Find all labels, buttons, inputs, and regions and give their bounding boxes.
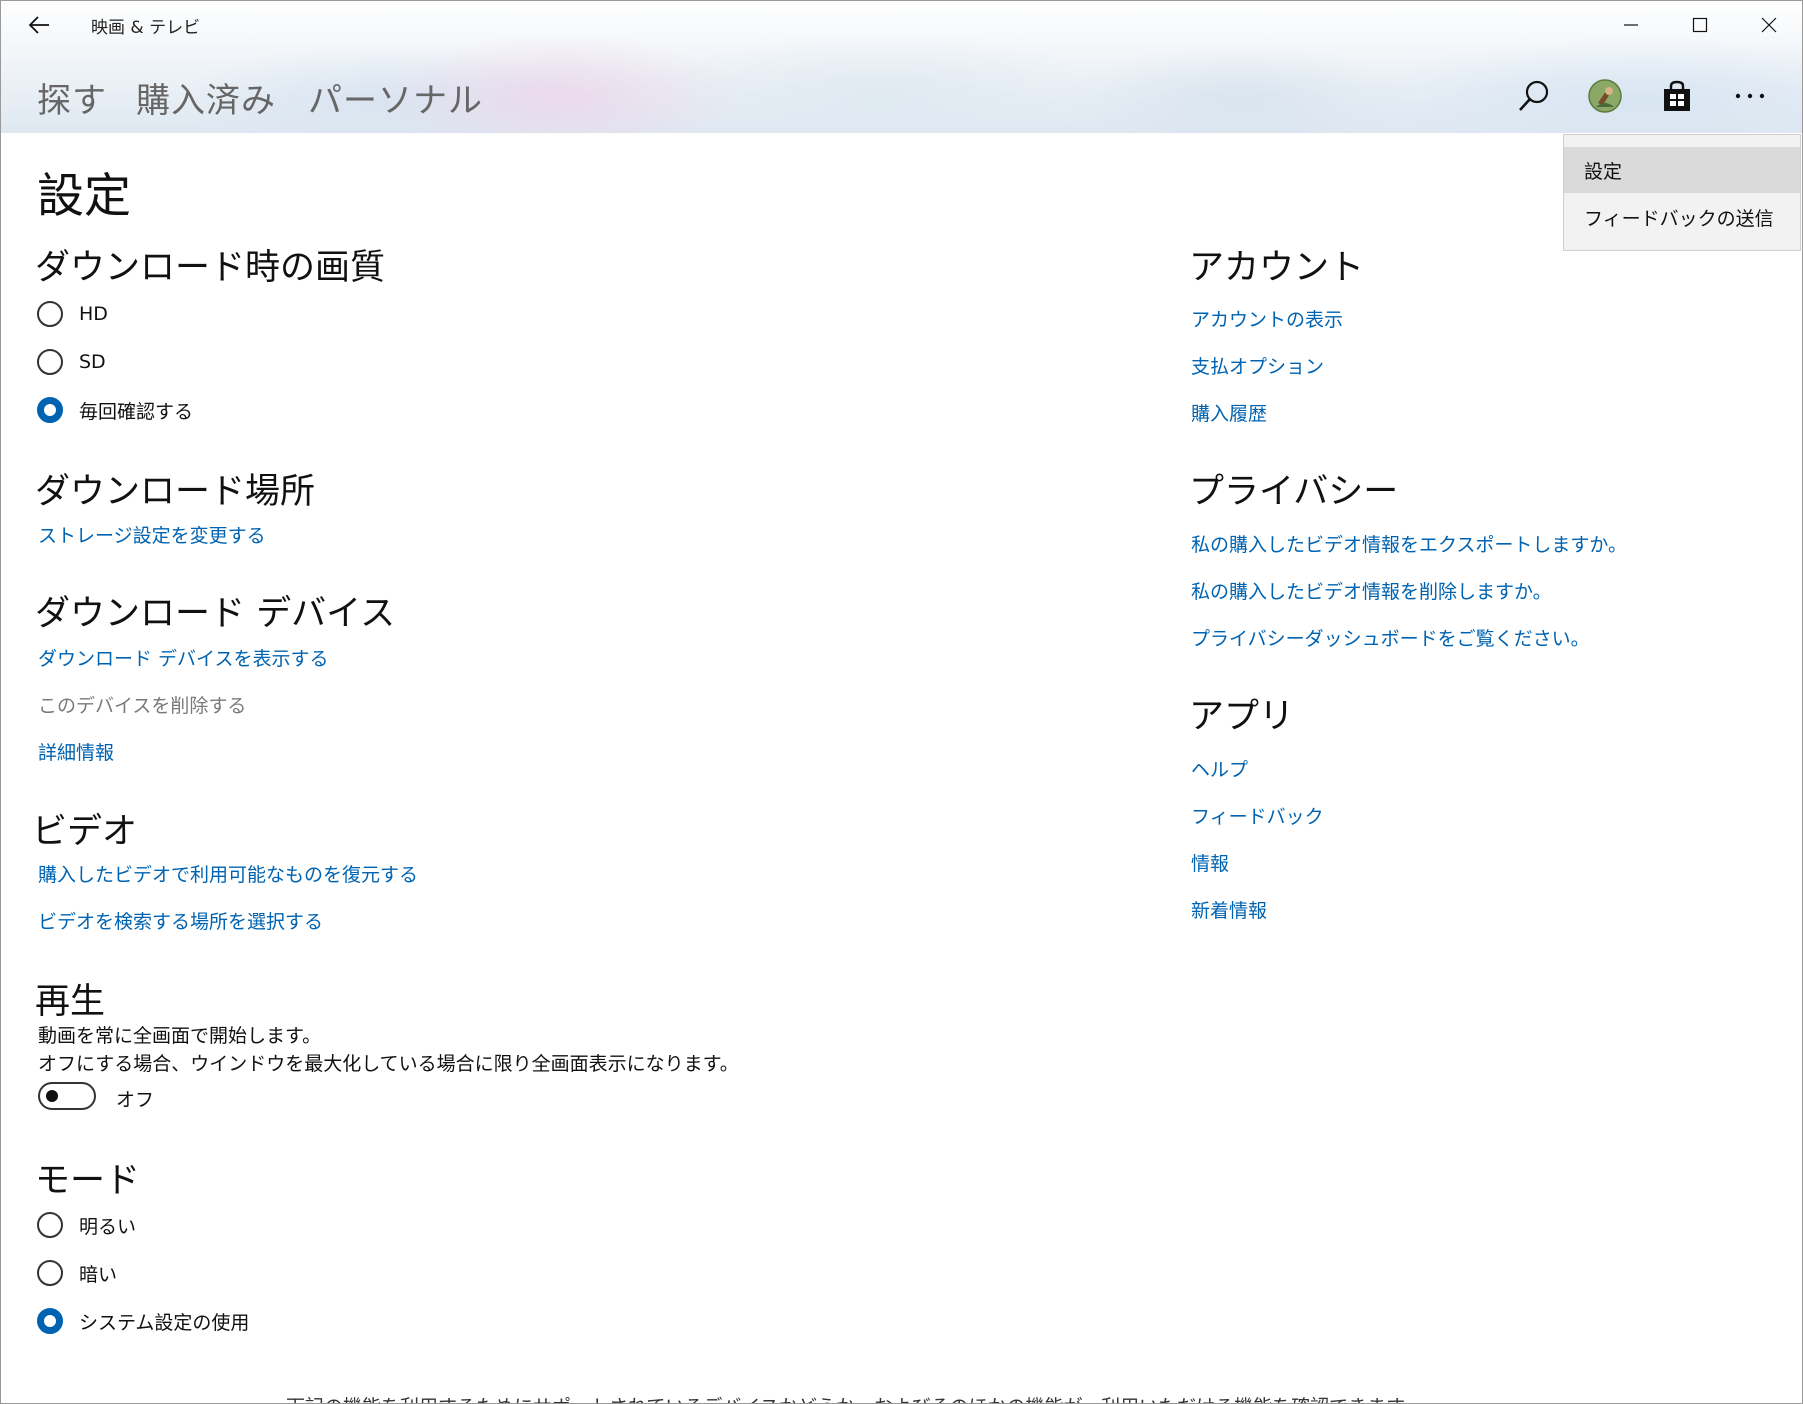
radio-label: システム設定の使用 <box>79 1311 250 1334</box>
view-account-link[interactable]: アカウントの表示 <box>1191 305 1343 332</box>
change-storage-link[interactable]: ストレージ設定を変更する <box>38 521 266 548</box>
video-location-link[interactable]: ビデオを検索する場所を選択する <box>38 907 323 934</box>
remove-device-text: このデバイスを削除する <box>38 695 247 717</box>
mode-heading: モード <box>35 1161 141 1201</box>
radio-quality-ask[interactable]: 毎回確認する <box>37 394 193 426</box>
tab-explore[interactable]: 探す <box>37 73 107 122</box>
privacy-dashboard-link[interactable]: プライバシーダッシュボードをご覧ください。 <box>1191 624 1590 651</box>
location-heading: ダウンロード場所 <box>35 472 316 512</box>
radio-label: SD <box>79 351 106 373</box>
radio-label: HD <box>79 303 108 325</box>
app-title: 映画 & テレビ <box>91 18 201 38</box>
purchase-history-link[interactable]: 購入履歴 <box>1191 399 1267 426</box>
show-devices-link[interactable]: ダウンロード デバイスを表示する <box>38 644 328 671</box>
account-button[interactable] <box>1583 74 1627 118</box>
fullscreen-toggle[interactable] <box>38 1082 96 1110</box>
back-button[interactable] <box>19 7 59 43</box>
maximize-icon <box>1692 17 1707 33</box>
radio-button[interactable] <box>37 349 63 375</box>
radio-mode-dark[interactable]: 暗い <box>37 1257 117 1289</box>
radio-label: 暗い <box>79 1263 118 1286</box>
radio-button-selected[interactable] <box>37 397 63 423</box>
delete-data-link[interactable]: 私の購入したビデオ情報を削除しますか。 <box>1191 577 1552 604</box>
minimize-button[interactable] <box>1596 1 1665 49</box>
radio-label: 明るい <box>79 1215 137 1238</box>
radio-button[interactable] <box>37 1212 63 1238</box>
close-icon <box>1761 17 1776 33</box>
whats-new-link[interactable]: 新着情報 <box>1191 896 1267 923</box>
minimize-icon <box>1623 24 1638 26</box>
search-button[interactable] <box>1512 74 1556 118</box>
privacy-heading: プライバシー <box>1189 472 1399 512</box>
quality-heading: ダウンロード時の画質 <box>35 248 386 288</box>
back-arrow-icon <box>28 16 49 34</box>
background-text: 下記の機能を利用するためにサポートされているデバイスかどうか、およびそのほかの機… <box>286 1394 1422 1403</box>
tab-personal[interactable]: パーソナル <box>308 73 483 122</box>
store-bag-icon <box>1664 80 1690 111</box>
radio-button[interactable] <box>37 301 63 327</box>
account-heading: アカウント <box>1189 248 1365 288</box>
feedback-link[interactable]: フィードバック <box>1191 802 1324 829</box>
radio-button-selected[interactable] <box>37 1308 63 1334</box>
export-data-link[interactable]: 私の購入したビデオ情報をエクスポートしますか。 <box>1191 530 1627 557</box>
radio-button[interactable] <box>37 1260 63 1286</box>
store-button[interactable] <box>1655 74 1699 118</box>
more-ellipsis-icon <box>1735 93 1765 99</box>
help-link[interactable]: ヘルプ <box>1191 755 1248 782</box>
page-title: 設定 <box>37 169 131 224</box>
apps-heading: アプリ <box>1189 697 1295 737</box>
avatar <box>1588 79 1622 113</box>
restore-videos-link[interactable]: 購入したビデオで利用可能なものを復元する <box>38 860 418 887</box>
toggle-knob <box>46 1090 58 1102</box>
radio-mode-light[interactable]: 明るい <box>37 1209 136 1241</box>
toggle-label: オフ <box>116 1089 155 1111</box>
close-button[interactable] <box>1734 1 1802 49</box>
menu-item-send-feedback[interactable]: フィードバックの送信 <box>1564 194 1800 240</box>
radio-label: 毎回確認する <box>79 400 194 423</box>
more-menu: 設定 フィードバックの送信 <box>1563 134 1801 251</box>
details-link[interactable]: 詳細情報 <box>38 738 114 765</box>
playback-description-2: オフにする場合、ウインドウを最大化している場合に限り全画面表示になります。 <box>38 1053 739 1075</box>
app-header: 映画 & テレビ 探す 購入済み パーソナル <box>1 1 1802 133</box>
payment-options-link[interactable]: 支払オプション <box>1191 352 1324 379</box>
about-link[interactable]: 情報 <box>1191 849 1229 876</box>
video-heading: ビデオ <box>32 812 138 852</box>
playback-heading: 再生 <box>35 982 106 1022</box>
radio-quality-hd[interactable]: HD <box>37 298 108 330</box>
playback-description-1: 動画を常に全画面で開始します。 <box>38 1025 322 1047</box>
menu-item-settings[interactable]: 設定 <box>1564 147 1800 193</box>
search-icon <box>1519 80 1549 111</box>
app-window: 映画 & テレビ 探す 購入済み パーソナル 設定 ダウンロード時の画質 HD … <box>0 0 1803 1404</box>
more-button[interactable] <box>1728 74 1772 118</box>
radio-mode-system[interactable]: システム設定の使用 <box>37 1305 249 1337</box>
tab-purchased[interactable]: 購入済み <box>136 73 276 122</box>
radio-quality-sd[interactable]: SD <box>37 346 106 378</box>
maximize-button[interactable] <box>1665 1 1734 49</box>
devices-heading: ダウンロード デバイス <box>35 594 396 634</box>
